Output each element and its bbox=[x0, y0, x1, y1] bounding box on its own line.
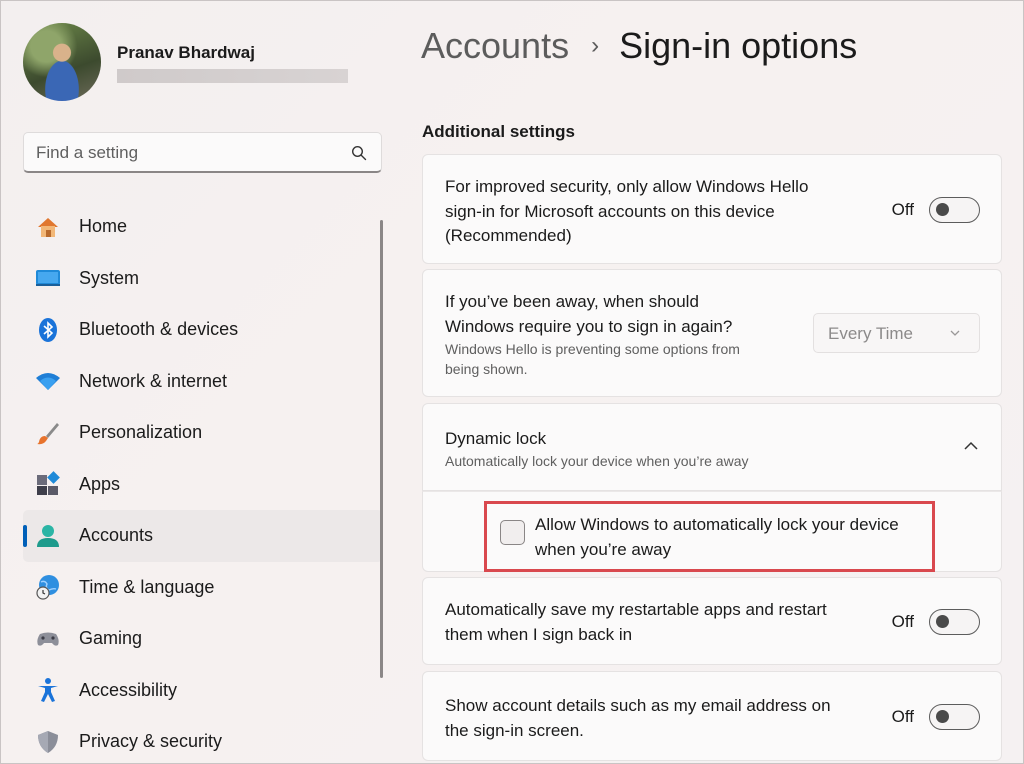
system-icon bbox=[35, 265, 61, 291]
chevron-down-icon bbox=[950, 330, 960, 336]
user-name: Pranav Bhardwaj bbox=[117, 43, 255, 62]
sidebar-item-label: Accessibility bbox=[79, 679, 178, 700]
toggle-state-label: Off bbox=[891, 707, 914, 726]
sidebar-item-apps[interactable]: Apps bbox=[23, 459, 383, 511]
sidebar-item-label: Network & internet bbox=[79, 370, 228, 391]
dynamic-lock-expander[interactable]: Dynamic lock Automatically lock your dev… bbox=[422, 403, 1002, 491]
sidebar-item-gaming[interactable]: Gaming bbox=[23, 613, 383, 665]
sidebar-item-home[interactable]: Home bbox=[23, 201, 383, 253]
sidebar-item-accounts[interactable]: Accounts bbox=[23, 510, 383, 562]
apps-icon bbox=[35, 471, 61, 497]
sidebar-item-accessibility[interactable]: Accessibility bbox=[23, 665, 383, 717]
home-icon bbox=[35, 214, 61, 240]
toggle-knob bbox=[936, 203, 949, 216]
sidebar-item-label: Time & language bbox=[79, 576, 215, 597]
account-details-toggle[interactable] bbox=[929, 704, 980, 730]
setting-subtext: Windows Hello is preventing some options… bbox=[445, 341, 740, 377]
sidebar-item-label: Personalization bbox=[79, 422, 203, 443]
toggle-knob bbox=[936, 710, 949, 723]
section-title: Additional settings bbox=[422, 122, 575, 141]
setting-description: For improved security, only allow Window… bbox=[445, 177, 809, 245]
accessibility-icon bbox=[35, 677, 61, 703]
toggle-group: Off bbox=[892, 704, 980, 730]
sidebar-item-network[interactable]: Network & internet bbox=[23, 356, 383, 408]
toggle-state-label: Off bbox=[891, 200, 914, 219]
bluetooth-icon bbox=[35, 317, 61, 343]
search-icon[interactable] bbox=[351, 145, 367, 161]
search-input[interactable] bbox=[36, 133, 336, 172]
setting-description: Automatically save my restartable apps a… bbox=[445, 600, 827, 644]
highlight-annotation bbox=[484, 501, 935, 572]
sidebar-item-label: Home bbox=[79, 216, 128, 237]
sidebar-item-label: Privacy & security bbox=[79, 731, 223, 752]
setting-description: Show account details such as my email ad… bbox=[445, 696, 831, 740]
toggle-group: Off bbox=[892, 197, 980, 223]
hello-only-toggle[interactable] bbox=[929, 197, 980, 223]
toggle-state-label: Off bbox=[891, 612, 914, 631]
user-email-redacted bbox=[117, 69, 348, 83]
dropdown-value: Every Time bbox=[828, 324, 914, 343]
setting-card-restart-apps: Automatically save my restartable apps a… bbox=[422, 577, 1002, 665]
active-indicator bbox=[23, 525, 27, 547]
wifi-icon bbox=[35, 368, 61, 394]
toggle-group: Off bbox=[892, 609, 980, 635]
page-title: Sign-in options bbox=[619, 25, 858, 66]
setting-description: If you’ve been away, when should Windows… bbox=[445, 292, 733, 336]
dynamic-lock-subtitle: Automatically lock your device when you’… bbox=[445, 453, 749, 469]
breadcrumb-separator: › bbox=[591, 32, 600, 59]
sidebar-item-personalization[interactable]: Personalization bbox=[23, 407, 383, 459]
search-box[interactable] bbox=[23, 132, 382, 173]
sidebar-item-privacy-security[interactable]: Privacy & security bbox=[23, 716, 383, 764]
chevron-up-icon[interactable] bbox=[963, 440, 979, 452]
sidebar-item-time-language[interactable]: Time & language bbox=[23, 562, 383, 614]
shield-icon bbox=[35, 729, 61, 755]
sidebar-scrollbar[interactable] bbox=[380, 220, 383, 678]
globe-clock-icon bbox=[35, 574, 61, 600]
toggle-knob bbox=[936, 615, 949, 628]
setting-card-away-signin: If you’ve been away, when should Windows… bbox=[422, 269, 1002, 397]
breadcrumb-parent[interactable]: Accounts bbox=[421, 25, 569, 67]
require-signin-dropdown[interactable]: Every Time bbox=[813, 313, 980, 353]
sidebar-nav: Home System Bluetooth & devices Network … bbox=[23, 201, 383, 764]
sidebar-item-label: Bluetooth & devices bbox=[79, 319, 239, 340]
sidebar-item-label: Gaming bbox=[79, 628, 143, 649]
sidebar-item-label: System bbox=[79, 267, 140, 288]
breadcrumb: Accounts › Sign-in options bbox=[421, 24, 857, 68]
gamepad-icon bbox=[35, 626, 61, 652]
brush-icon bbox=[35, 420, 61, 446]
setting-card-account-details: Show account details such as my email ad… bbox=[422, 671, 1002, 761]
sidebar-item-label: Apps bbox=[79, 473, 121, 494]
avatar[interactable] bbox=[23, 23, 101, 101]
setting-card-hello-only: For improved security, only allow Window… bbox=[422, 154, 1002, 264]
sidebar-item-system[interactable]: System bbox=[23, 253, 383, 305]
dynamic-lock-title: Dynamic lock bbox=[445, 429, 547, 448]
accounts-icon bbox=[35, 523, 61, 549]
sidebar-item-label: Accounts bbox=[79, 525, 154, 546]
restart-apps-toggle[interactable] bbox=[929, 609, 980, 635]
sidebar-item-bluetooth[interactable]: Bluetooth & devices bbox=[23, 304, 383, 356]
